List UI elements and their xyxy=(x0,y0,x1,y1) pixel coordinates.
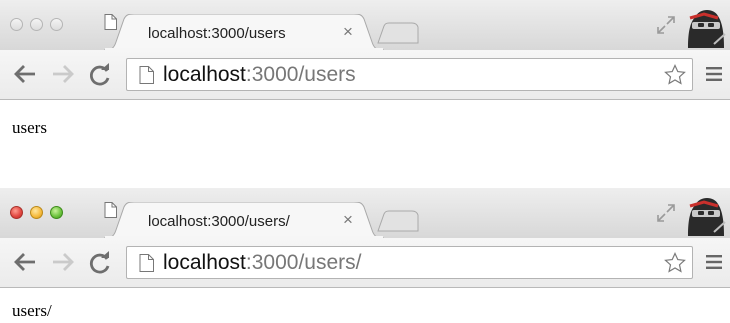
ninja-avatar-icon[interactable] xyxy=(684,4,726,50)
title-bar: localhost:3000/users × xyxy=(0,0,730,50)
reload-icon[interactable] xyxy=(87,250,113,276)
url-text[interactable]: localhost:3000/users/ xyxy=(163,251,361,275)
url-host: localhost xyxy=(163,251,246,274)
reload-icon[interactable] xyxy=(87,62,113,88)
active-tab[interactable]: localhost:3000/users/ × xyxy=(104,202,384,238)
title-bar: localhost:3000/users/ × xyxy=(0,188,730,238)
url-host: localhost xyxy=(163,63,246,86)
zoom-window-button[interactable] xyxy=(50,18,63,31)
zoom-window-button[interactable] xyxy=(50,206,63,219)
window-controls xyxy=(10,18,63,31)
new-tab-button[interactable] xyxy=(376,22,420,44)
toolbar: localhost:3000/users/ xyxy=(0,238,730,288)
page-icon xyxy=(104,202,117,218)
fullscreen-icon[interactable] xyxy=(655,202,677,224)
toolbar: localhost:3000/users xyxy=(0,50,730,100)
tab-close-icon[interactable]: × xyxy=(343,23,353,41)
page-text: users xyxy=(12,118,47,137)
tab-title: localhost:3000/users/ xyxy=(148,213,290,230)
browser-window-2: localhost:3000/users/ × localhost:3000/u… xyxy=(0,188,730,323)
menu-icon[interactable] xyxy=(706,66,722,82)
url-path: :3000/users/ xyxy=(245,251,362,274)
back-arrow-icon[interactable] xyxy=(12,250,38,274)
active-tab[interactable]: localhost:3000/users × xyxy=(104,14,384,50)
address-bar[interactable]: localhost:3000/users/ xyxy=(126,246,693,279)
address-bar[interactable]: localhost:3000/users xyxy=(126,58,693,91)
star-icon[interactable] xyxy=(664,252,686,274)
tab-close-icon[interactable]: × xyxy=(343,211,353,229)
page-icon xyxy=(104,14,117,30)
url-path: :3000/users xyxy=(245,63,356,86)
close-window-button[interactable] xyxy=(10,206,23,219)
page-icon xyxy=(139,254,154,272)
forward-arrow-icon[interactable] xyxy=(50,250,76,274)
browser-window-1: localhost:3000/users × localhost:3000/us… xyxy=(0,0,730,186)
minimize-window-button[interactable] xyxy=(30,18,43,31)
page-icon xyxy=(139,66,154,84)
new-tab-button[interactable] xyxy=(376,210,420,232)
menu-icon[interactable] xyxy=(706,254,722,270)
fullscreen-icon[interactable] xyxy=(655,14,677,36)
star-icon[interactable] xyxy=(664,64,686,86)
minimize-window-button[interactable] xyxy=(30,206,43,219)
window-controls xyxy=(10,206,63,219)
close-window-button[interactable] xyxy=(10,18,23,31)
back-arrow-icon[interactable] xyxy=(12,62,38,86)
page-text: users/ xyxy=(12,301,52,320)
tab-title: localhost:3000/users xyxy=(148,25,286,42)
forward-arrow-icon[interactable] xyxy=(50,62,76,86)
url-text[interactable]: localhost:3000/users xyxy=(163,63,356,87)
ninja-avatar-icon[interactable] xyxy=(684,192,726,238)
